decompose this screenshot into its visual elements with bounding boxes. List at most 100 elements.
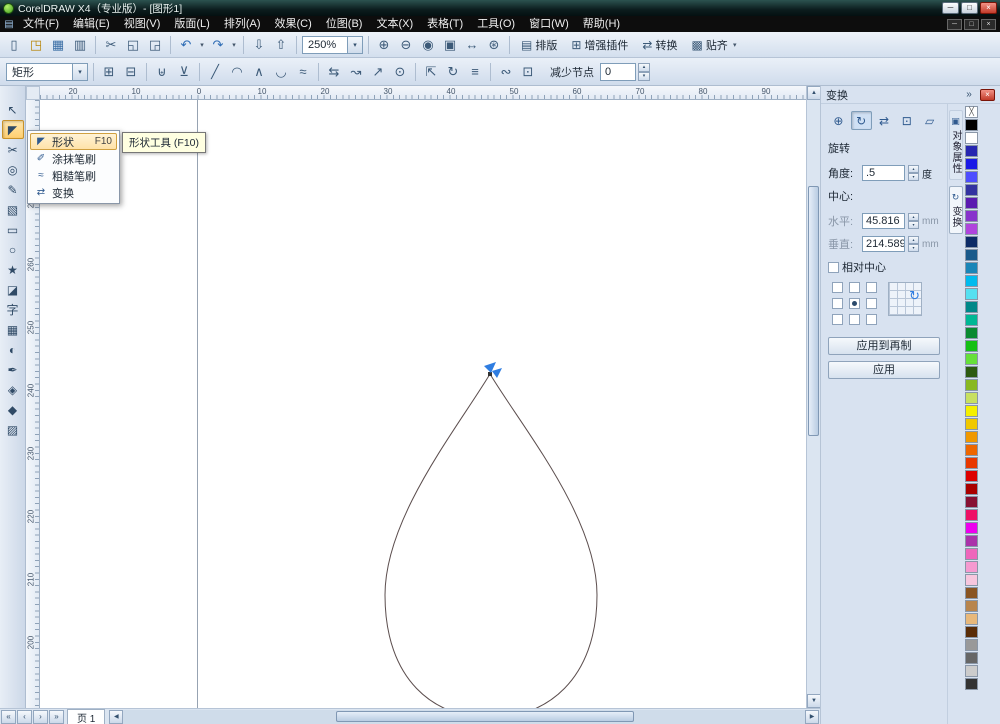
color-swatch-38[interactable] — [965, 600, 978, 612]
rectangle-tool[interactable]: ▭ — [2, 220, 24, 239]
stepper-up-icon[interactable]: ▴ — [638, 63, 650, 72]
selected-node[interactable] — [488, 372, 492, 376]
angle-stepper[interactable]: ▴ ▾ — [908, 165, 919, 181]
blend-tool[interactable]: ◐ — [2, 340, 24, 359]
menu-item-2[interactable]: 编辑(E) — [66, 16, 117, 32]
smooth-node-icon[interactable]: ◡ — [271, 62, 291, 82]
doc-minimize-button[interactable]: ─ — [947, 19, 962, 30]
vertical-scrollbar[interactable]: ▲ ▼ — [806, 86, 820, 708]
color-swatch-39[interactable] — [965, 613, 978, 625]
reduce-nodes-input[interactable]: 0 — [600, 63, 636, 81]
vertical-stepper[interactable]: ▴ ▾ — [908, 236, 919, 252]
import-icon[interactable]: ⇩ — [249, 35, 269, 55]
reduce-nodes-stepper[interactable]: ▴ ▾ — [638, 63, 650, 81]
angle-input[interactable]: .5 — [862, 165, 905, 181]
color-swatch-18[interactable] — [965, 340, 978, 352]
stepper-down-icon[interactable]: ▾ — [638, 72, 650, 81]
print-icon[interactable]: ▥ — [70, 35, 90, 55]
tab-object-properties[interactable]: ▣对象属性 — [949, 110, 963, 180]
vertical-center-input[interactable]: 214.589 — [862, 236, 905, 252]
smart-fill-tool[interactable]: ▧ — [2, 200, 24, 219]
scroll-left-icon[interactable]: ◀ — [109, 710, 123, 724]
imposition-button[interactable]: ▤排版 — [515, 35, 563, 55]
redo-icon[interactable]: ↷ — [208, 35, 228, 55]
color-swatch-22[interactable] — [965, 392, 978, 404]
color-swatch-15[interactable] — [965, 301, 978, 313]
doc-restore-button[interactable]: □ — [964, 19, 979, 30]
anchor-point-4[interactable] — [832, 298, 843, 309]
align-nodes-icon[interactable]: ≡ — [465, 62, 485, 82]
freehand-tool[interactable]: ✎ — [2, 180, 24, 199]
table-tool[interactable]: ▦ — [2, 320, 24, 339]
anchor-point-5[interactable] — [849, 298, 860, 309]
horizontal-ruler[interactable]: 20100102030405060708090100 — [40, 86, 806, 100]
no-color-swatch[interactable]: ╳ — [965, 106, 978, 118]
petal-curve[interactable] — [385, 374, 597, 708]
horizontal-scroll-thumb[interactable] — [336, 711, 634, 722]
flyout-shape-tool[interactable]: ◤形状F10 — [30, 133, 117, 150]
prev-page-button[interactable]: ‹ — [17, 710, 32, 724]
close-button[interactable]: × — [980, 2, 997, 14]
color-swatch-20[interactable] — [965, 366, 978, 378]
horizontal-scrollbar[interactable]: ◀ ▶ — [109, 710, 819, 724]
shape-tool[interactable]: ◤ — [2, 120, 24, 139]
undo-icon[interactable]: ↶ — [176, 35, 196, 55]
transform-scale-mirror-button[interactable]: ⇄ — [874, 111, 895, 130]
convert-button[interactable]: ⇄转换 — [636, 35, 683, 55]
menu-item-6[interactable]: 效果(C) — [268, 16, 319, 32]
polygon-tool[interactable]: ★ — [2, 260, 24, 279]
anchor-point-6[interactable] — [866, 298, 877, 309]
minimize-button[interactable]: ─ — [942, 2, 959, 14]
relative-center-checkbox[interactable] — [828, 262, 839, 273]
zoom-out-icon[interactable]: ⊖ — [396, 35, 416, 55]
transform-rotation-button[interactable]: ↻ — [851, 111, 872, 130]
color-swatch-25[interactable] — [965, 431, 978, 443]
color-swatch-27[interactable] — [965, 457, 978, 469]
menu-item-4[interactable]: 版面(L) — [167, 16, 216, 32]
transform-size-button[interactable]: ⊡ — [896, 111, 917, 130]
color-swatch-8[interactable] — [965, 210, 978, 222]
color-swatch-44[interactable] — [965, 678, 978, 690]
zoom-in-icon[interactable]: ⊕ — [374, 35, 394, 55]
dropdown-arrow-icon[interactable]: ▾ — [230, 41, 238, 49]
elastic-mode-icon[interactable]: ∾ — [496, 62, 516, 82]
open-icon[interactable]: ◳ — [26, 35, 46, 55]
anchor-point-8[interactable] — [849, 314, 860, 325]
zoom-level-combo[interactable]: 250% ▾ — [302, 36, 363, 54]
color-swatch-29[interactable] — [965, 483, 978, 495]
color-swatch-30[interactable] — [965, 496, 978, 508]
stepper-down-icon[interactable]: ▾ — [908, 244, 919, 252]
color-swatch-21[interactable] — [965, 379, 978, 391]
paste-icon[interactable]: ◲ — [145, 35, 165, 55]
color-swatch-37[interactable] — [965, 587, 978, 599]
stepper-up-icon[interactable]: ▴ — [908, 236, 919, 244]
doc-close-button[interactable]: × — [981, 19, 996, 30]
outline-tool[interactable]: ◈ — [2, 380, 24, 399]
maximize-button[interactable]: □ — [961, 2, 978, 14]
break-curve-icon[interactable]: ⊻ — [174, 62, 194, 82]
stretch-nodes-icon[interactable]: ⇱ — [421, 62, 441, 82]
ellipse-tool[interactable]: ○ — [2, 240, 24, 259]
rotate-nodes-icon[interactable]: ↻ — [443, 62, 463, 82]
last-page-button[interactable]: » — [49, 710, 64, 724]
join-nodes-icon[interactable]: ⊎ — [152, 62, 172, 82]
horizontal-center-input[interactable]: 45.816 — [862, 213, 905, 229]
snap-button[interactable]: ▩贴齐▾ — [685, 35, 744, 55]
color-swatch-33[interactable] — [965, 535, 978, 547]
menu-item-8[interactable]: 文本(X) — [369, 16, 420, 32]
horizontal-stepper[interactable]: ▴ ▾ — [908, 213, 919, 229]
anchor-point-7[interactable] — [832, 314, 843, 325]
color-swatch-17[interactable] — [965, 327, 978, 339]
anchor-point-9[interactable] — [866, 314, 877, 325]
color-swatch-34[interactable] — [965, 548, 978, 560]
menu-item-5[interactable]: 排列(A) — [217, 16, 268, 32]
crop-tool[interactable]: ✂ — [2, 140, 24, 159]
anchor-point-2[interactable] — [849, 282, 860, 293]
menu-item-9[interactable]: 表格(T) — [420, 16, 470, 32]
pick-tool[interactable]: ↖ — [2, 100, 24, 119]
menu-item-1[interactable]: 文件(F) — [16, 16, 66, 32]
cusp-node-icon[interactable]: ∧ — [249, 62, 269, 82]
color-swatch-4[interactable] — [965, 158, 978, 170]
color-swatch-1[interactable] — [965, 119, 978, 131]
symmetric-node-icon[interactable]: ≈ — [293, 62, 313, 82]
